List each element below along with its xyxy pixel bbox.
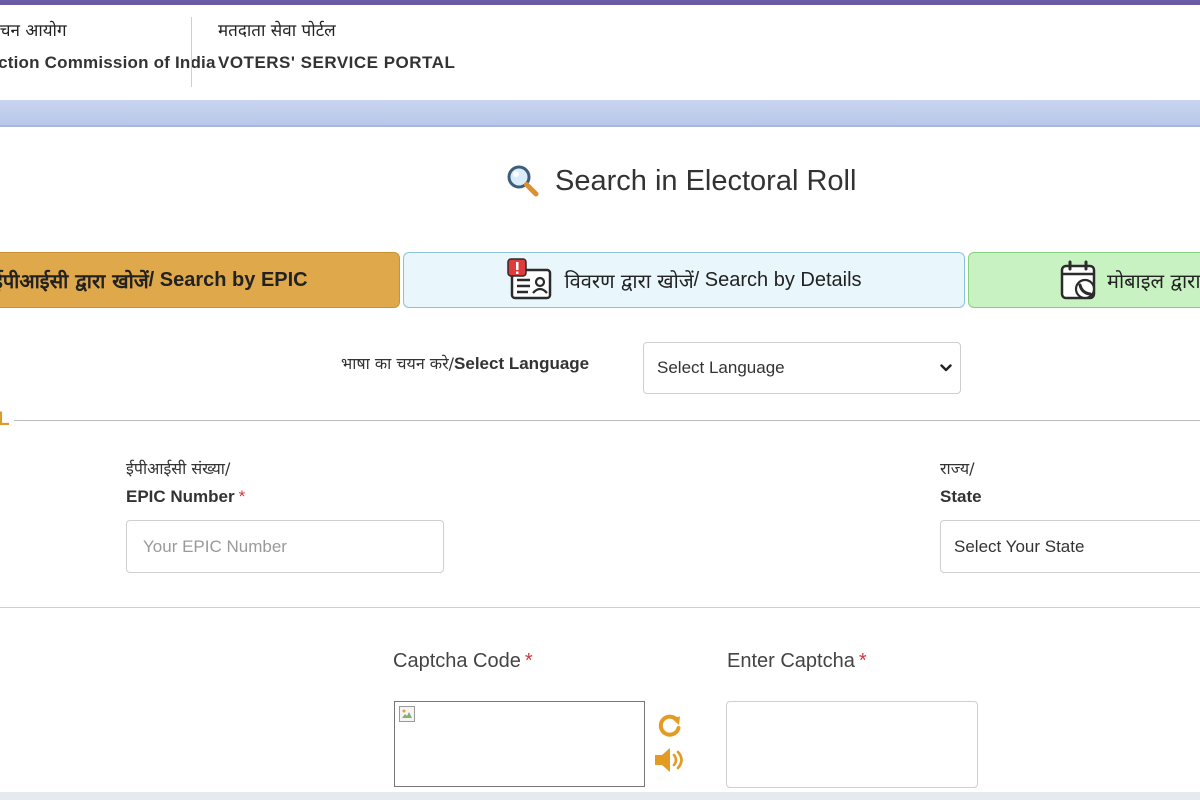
tab-search-by-details[interactable]: विवरण द्वारा खोजें / Search by Details: [403, 252, 965, 308]
site-header: निर्वाचन आयोग Election Commission of Ind…: [0, 5, 1200, 100]
epic-number-label: ईपीआईसी संख्या/ EPIC Number *: [126, 455, 245, 511]
portal-name-block[interactable]: मतदाता सेवा पोर्टल VOTERS' SERVICE PORTA…: [218, 19, 455, 73]
tab-search-by-epic[interactable]: ईपीआईसी द्वारा खोजें / Search by EPIC: [0, 252, 400, 308]
org-name-hindi: निर्वाचन आयोग: [0, 21, 67, 41]
tab-label-english: / Search by EPIC: [148, 268, 308, 291]
chevron-down-icon: [940, 364, 952, 372]
section-divider: [0, 607, 1200, 608]
required-marker: *: [858, 650, 867, 672]
language-selected-value: Select Language: [657, 358, 785, 377]
language-select[interactable]: Select Language: [643, 342, 961, 394]
fieldset-border: [0, 420, 1200, 421]
epic-number-placeholder: Your EPIC Number: [143, 536, 287, 556]
audio-captcha-icon[interactable]: [653, 745, 687, 775]
required-marker: *: [524, 650, 533, 672]
enter-captcha-label-text: Enter Captcha: [727, 650, 855, 672]
tab-label-hindi: ईपीआईसी द्वारा खोजें: [0, 268, 149, 293]
captcha-code-label-text: Captcha Code: [393, 650, 521, 672]
enter-captcha-input[interactable]: [726, 701, 978, 788]
captcha-image: [394, 701, 645, 787]
fieldset-legend: L: [0, 409, 14, 431]
tab-label-hindi: मोबाइल द्वारा खोजें: [1107, 268, 1200, 293]
state-label-hindi: राज्य/: [940, 459, 975, 478]
id-card-alert-icon: [507, 258, 552, 300]
state-label-english: State: [940, 487, 982, 506]
state-label: राज्य/ State: [940, 455, 982, 511]
bottom-band: [0, 792, 1200, 800]
header-nav-band: [0, 100, 1200, 127]
header-divider: [191, 17, 192, 87]
language-label-hindi: भाषा का चयन करे/: [341, 354, 455, 373]
portal-name-hindi: मतदाता सेवा पोर्टल: [218, 21, 336, 41]
org-name-english: Election Commission of India: [0, 53, 216, 72]
enter-captcha-label: Enter Captcha *: [727, 650, 867, 673]
state-selected-value: Select Your State: [954, 536, 1085, 556]
tab-search-by-mobile[interactable]: मोबाइल द्वारा खोजें: [968, 252, 1200, 308]
portal-name-english: VOTERS' SERVICE PORTAL: [218, 53, 456, 72]
epic-label-english: EPIC Number: [126, 487, 235, 506]
page-title-text: Search in Electoral Roll: [555, 164, 857, 197]
broken-image-icon: [399, 706, 415, 722]
search-icon: [507, 165, 539, 197]
language-label-english: Select Language: [454, 354, 590, 373]
page-title: Search in Electoral Roll: [505, 163, 856, 199]
calendar-phone-icon: [1060, 260, 1096, 300]
refresh-captcha-icon[interactable]: [657, 712, 683, 738]
epic-number-input[interactable]: Your EPIC Number: [126, 520, 444, 573]
language-label: भाषा का चयन करे/Select Language: [341, 352, 589, 374]
org-name-block[interactable]: निर्वाचन आयोग Election Commission of Ind…: [0, 19, 216, 73]
language-row: भाषा का चयन करे/Select Language Select L…: [0, 342, 1200, 394]
tab-label-english: / Search by Details: [693, 268, 862, 291]
epic-label-hindi: ईपीआईसी संख्या/: [126, 459, 231, 478]
required-marker: *: [238, 487, 246, 506]
tab-label-hindi: विवरण द्वारा खोजें: [564, 268, 694, 293]
captcha-code-label: Captcha Code *: [393, 650, 533, 673]
state-select[interactable]: Select Your State: [940, 520, 1200, 573]
